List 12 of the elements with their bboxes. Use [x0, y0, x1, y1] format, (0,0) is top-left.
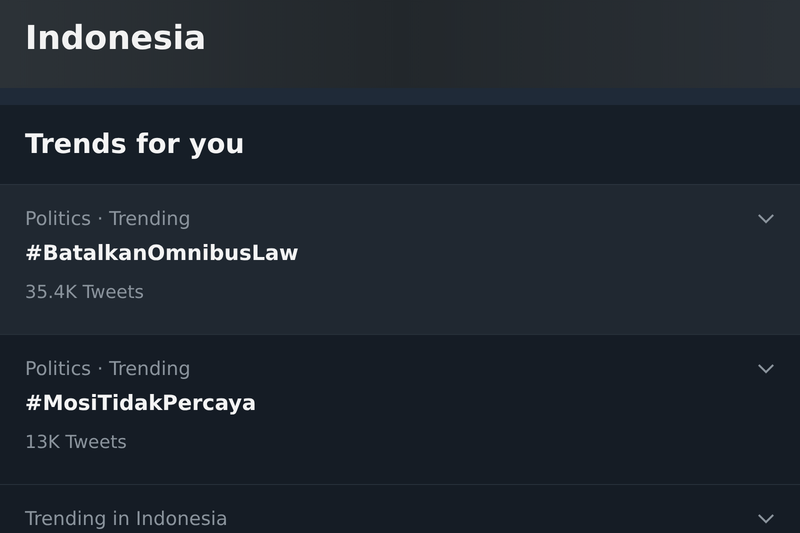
trend-hashtag: #BatalkanOmnibusLaw — [25, 240, 299, 267]
trend-context: Politics · Trending — [25, 357, 192, 382]
tweet-count: 13K Tweets — [25, 431, 128, 455]
trend-context: Politics · Trending — [25, 207, 192, 232]
chevron-down-icon[interactable] — [757, 213, 775, 224]
chevron-down-icon[interactable] — [757, 513, 775, 524]
trend-hashtag: #MosiTidakPercaya — [25, 390, 256, 417]
chevron-down-icon[interactable] — [757, 363, 775, 374]
trend-item[interactable]: Politics · Trending #BatalkanOmnibusLaw 35.4K Tweets — [0, 185, 800, 335]
tweet-count: 35.4K Tweets — [25, 281, 145, 305]
trend-context: Trending in Indonesia — [25, 507, 228, 532]
headline-title: Indonesia — [25, 18, 206, 57]
